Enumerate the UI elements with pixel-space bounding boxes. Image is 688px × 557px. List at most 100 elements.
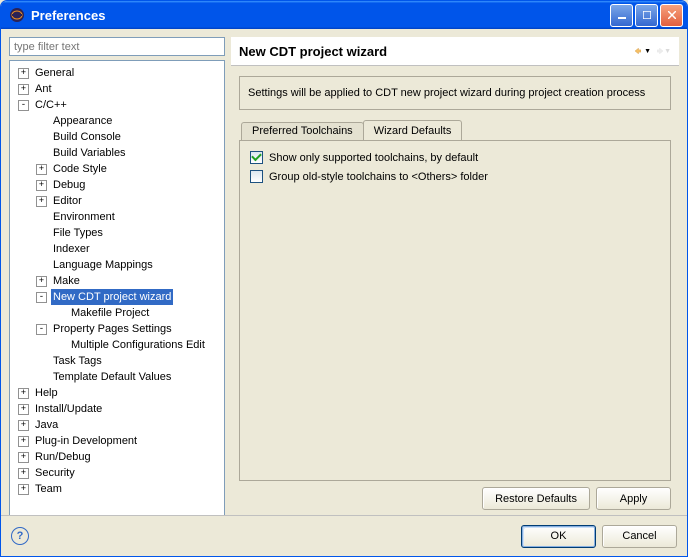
- tree-label: Team: [33, 481, 64, 497]
- checkbox-show-supported[interactable]: [250, 151, 263, 164]
- filter-input[interactable]: [9, 37, 225, 56]
- tree-node[interactable]: +Plug-in Development: [10, 433, 224, 449]
- back-button[interactable]: ▼: [635, 43, 651, 59]
- apply-button[interactable]: Apply: [596, 487, 671, 510]
- left-pane: +General+Ant-C/C++AppearanceBuild Consol…: [9, 37, 225, 516]
- expand-icon[interactable]: +: [36, 276, 47, 287]
- tree-label: Template Default Values: [51, 369, 173, 385]
- tree-node[interactable]: + Help: [10, 385, 224, 401]
- tree-node[interactable]: -New CDT project wizard: [10, 289, 224, 305]
- forward-button[interactable]: ▼: [655, 43, 671, 59]
- checkbox-label: Show only supported toolchains, by defau…: [269, 152, 478, 164]
- tree-node[interactable]: + Debug: [10, 177, 224, 193]
- expand-icon[interactable]: +: [36, 164, 47, 175]
- tree-label: New CDT project wizard: [51, 289, 173, 305]
- cancel-button[interactable]: Cancel: [602, 525, 677, 548]
- titlebar[interactable]: Preferences: [1, 1, 687, 29]
- page-header: New CDT project wizard ▼ ▼: [231, 37, 679, 66]
- tree-node[interactable]: File Types: [10, 225, 224, 241]
- tree-label: Build Variables: [51, 145, 128, 161]
- tree-node[interactable]: + Security: [10, 465, 224, 481]
- tree-label: Build Console: [51, 129, 123, 145]
- expand-icon[interactable]: +: [18, 468, 29, 479]
- tab-panel: Show only supported toolchains, by defau…: [239, 140, 671, 481]
- collapse-icon[interactable]: -: [18, 100, 29, 111]
- expand-icon[interactable]: +: [36, 196, 47, 207]
- tree-label: Multiple Configurations Edit: [69, 337, 207, 353]
- close-button[interactable]: [660, 4, 683, 27]
- tree-node[interactable]: -Property Pages Settings: [10, 321, 224, 337]
- tree-label: Help: [33, 385, 60, 401]
- checkbox-label: Group old-style toolchains to <Others> f…: [269, 171, 488, 183]
- restore-defaults-button[interactable]: Restore Defaults: [482, 487, 590, 510]
- chevron-down-icon: ▼: [644, 48, 651, 55]
- expand-icon[interactable]: +: [18, 420, 29, 431]
- tree-label: Makefile Project: [69, 305, 151, 321]
- expand-icon[interactable]: +: [18, 404, 29, 415]
- tree-node[interactable]: + Make: [10, 273, 224, 289]
- tree-label: Code Style: [51, 161, 109, 177]
- tree-node[interactable]: + Java: [10, 417, 224, 433]
- collapse-icon[interactable]: -: [36, 292, 47, 303]
- tree-node[interactable]: -C/C++: [10, 97, 224, 113]
- checkbox-group-old[interactable]: [250, 170, 263, 183]
- tree-label: File Types: [51, 225, 105, 241]
- tree-label: Language Mappings: [51, 257, 155, 273]
- tree-label: General: [33, 65, 76, 81]
- tree-node[interactable]: Task Tags: [10, 353, 224, 369]
- tree-node[interactable]: Environment: [10, 209, 224, 225]
- minimize-button[interactable]: [610, 4, 633, 27]
- tree-node[interactable]: Build Console: [10, 129, 224, 145]
- tree-node[interactable]: Indexer: [10, 241, 224, 257]
- tree-label: Install/Update: [33, 401, 104, 417]
- tree-label: Debug: [51, 177, 87, 193]
- tree-label: Appearance: [51, 113, 114, 129]
- tree-label: Task Tags: [51, 353, 104, 369]
- tree-label: Ant: [33, 81, 54, 97]
- page-title: New CDT project wizard: [239, 44, 631, 59]
- tree-node[interactable]: + Ant: [10, 81, 224, 97]
- tab-wizard-defaults[interactable]: Wizard Defaults: [363, 120, 463, 140]
- tree-node[interactable]: + Run/Debug: [10, 449, 224, 465]
- tree-label: Environment: [51, 209, 117, 225]
- tree-node[interactable]: + Install/Update: [10, 401, 224, 417]
- tabs: Preferred Toolchains Wizard Defaults: [239, 120, 671, 140]
- expand-icon[interactable]: +: [36, 180, 47, 191]
- page-description: Settings will be applied to CDT new proj…: [239, 76, 671, 110]
- eclipse-icon: [9, 7, 25, 23]
- maximize-button[interactable]: [635, 4, 658, 27]
- expand-icon[interactable]: +: [18, 388, 29, 399]
- preferences-tree[interactable]: +General+Ant-C/C++AppearanceBuild Consol…: [9, 60, 225, 516]
- tree-node[interactable]: + Team: [10, 481, 224, 497]
- help-button[interactable]: ?: [11, 527, 29, 545]
- tree-node[interactable]: + Code Style: [10, 161, 224, 177]
- expand-icon[interactable]: +: [18, 68, 29, 79]
- tree-label: Java: [33, 417, 60, 433]
- tree-node[interactable]: Build Variables: [10, 145, 224, 161]
- collapse-icon[interactable]: -: [36, 324, 47, 335]
- expand-icon[interactable]: +: [18, 452, 29, 463]
- tree-node[interactable]: + General: [10, 65, 224, 81]
- checkbox-row-group-old[interactable]: Group old-style toolchains to <Others> f…: [250, 170, 660, 183]
- tree-node[interactable]: Appearance: [10, 113, 224, 129]
- checkbox-row-supported[interactable]: Show only supported toolchains, by defau…: [250, 151, 660, 164]
- tree-label: Run/Debug: [33, 449, 93, 465]
- dialog-footer: ? OK Cancel: [1, 515, 687, 556]
- tree-node[interactable]: Language Mappings: [10, 257, 224, 273]
- tree-node[interactable]: Multiple Configurations Edit: [10, 337, 224, 353]
- tab-preferred-toolchains[interactable]: Preferred Toolchains: [241, 122, 364, 142]
- expand-icon[interactable]: +: [18, 484, 29, 495]
- tree-label: Make: [51, 273, 82, 289]
- tree-node[interactable]: +Editor: [10, 193, 224, 209]
- expand-icon[interactable]: +: [18, 436, 29, 447]
- tree-node[interactable]: Template Default Values: [10, 369, 224, 385]
- expand-icon[interactable]: +: [18, 84, 29, 95]
- tree-label: Security: [33, 465, 77, 481]
- tree-label: Indexer: [51, 241, 92, 257]
- chevron-down-icon: ▼: [664, 48, 671, 55]
- preferences-window: Preferences +General+Ant-C/C++Appearance…: [0, 0, 688, 557]
- ok-button[interactable]: OK: [521, 525, 596, 548]
- tree-node[interactable]: Makefile Project: [10, 305, 224, 321]
- window-buttons: [610, 4, 683, 27]
- tree-label: C/C++: [33, 97, 69, 113]
